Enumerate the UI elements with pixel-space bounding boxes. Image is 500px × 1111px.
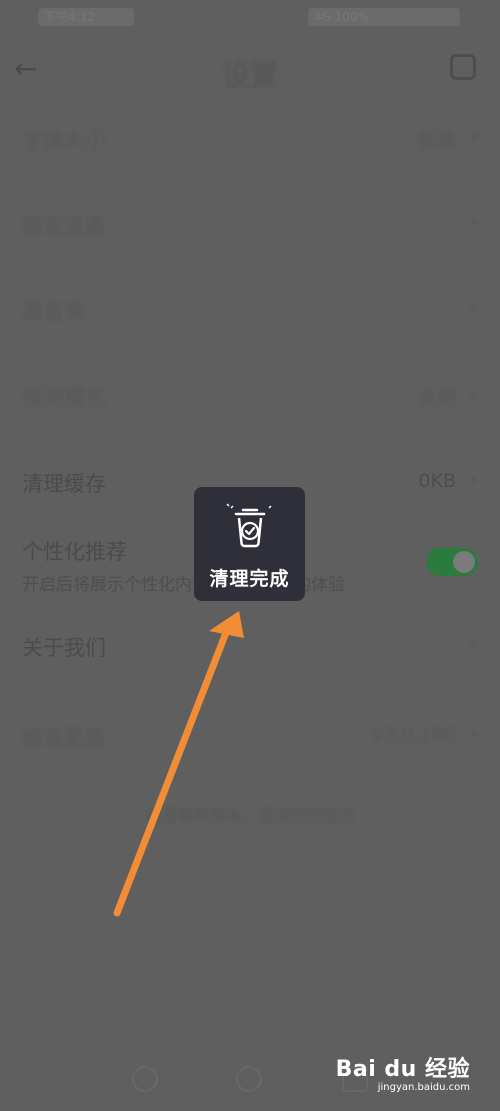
row-value: V3.0.100 xyxy=(370,724,456,746)
settings-row-bind-device[interactable]: 绑定设备 › xyxy=(0,186,500,266)
settings-row-blacklist[interactable]: 黑名单 › xyxy=(0,272,500,352)
nav-icon-1[interactable] xyxy=(132,1066,158,1092)
settings-row-night-mode[interactable]: 夜间模式 关闭 › xyxy=(0,358,500,438)
row-label: 关于我们 xyxy=(22,636,106,660)
status-indicators: 4G 100% xyxy=(308,8,460,26)
chevron-right-icon: › xyxy=(469,632,478,657)
trash-check-icon xyxy=(226,503,272,548)
settings-row-font-size[interactable]: 字体大小 标准 › xyxy=(0,100,500,180)
nav-bar: ← 设置 xyxy=(0,40,500,100)
cache-size: 0KB xyxy=(418,470,456,492)
watermark-logo: Bai du 经验 xyxy=(335,1057,470,1082)
status-time: 下午4:12 xyxy=(38,8,134,26)
chevron-right-icon: › xyxy=(469,210,478,235)
row-label: 绑定设备 xyxy=(22,214,106,238)
toast-text: 清理完成 xyxy=(209,568,290,590)
settings-row-about[interactable]: 关于我们 › xyxy=(0,608,500,688)
page-title: 设置 xyxy=(221,59,278,92)
row-value: 关闭 xyxy=(417,388,456,410)
row-label: 清理缓存 xyxy=(22,472,106,496)
toast: 清理完成 xyxy=(194,487,305,601)
row-label: 检查更新 xyxy=(22,726,106,750)
status-bar: 下午4:12 4G 100% xyxy=(0,0,500,36)
nav-icon-2[interactable] xyxy=(236,1066,262,1092)
row-value: 标准 xyxy=(417,130,456,152)
chevron-right-icon: › xyxy=(469,468,478,493)
toggle-knob xyxy=(453,551,475,573)
row-label: 字体大小 xyxy=(22,128,106,152)
footer-note: 已是最新版本，感谢您的使用 xyxy=(145,806,354,825)
chevron-right-icon: › xyxy=(469,124,478,149)
settings-row-check-update[interactable]: 检查更新 V3.0.100 › xyxy=(0,698,500,778)
baidu-jingyan-watermark: Bai du 经验 jingyan.baidu.com xyxy=(336,1058,470,1094)
scan-icon[interactable] xyxy=(450,54,476,80)
watermark-url: jingyan.baidu.com xyxy=(377,1082,470,1093)
personalized-toggle[interactable] xyxy=(426,548,478,576)
chevron-right-icon: › xyxy=(469,722,478,747)
row-label: 夜间模式 xyxy=(22,386,106,410)
row-label: 黑名单 xyxy=(22,300,85,324)
chevron-right-icon: › xyxy=(469,296,478,321)
row-label: 个性化推荐 xyxy=(22,540,127,564)
chevron-right-icon: › xyxy=(469,382,478,407)
